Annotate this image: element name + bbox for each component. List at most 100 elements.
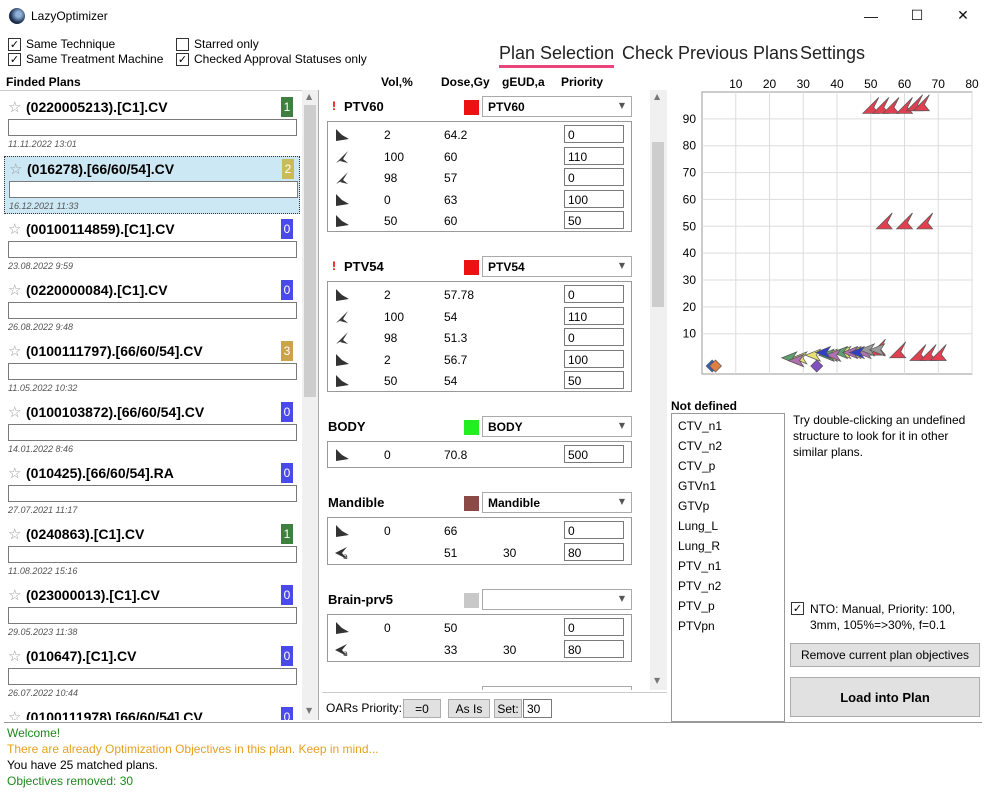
star-icon[interactable]: ☆ [8,708,21,720]
scroll-up-icon[interactable]: ▲ [306,92,312,101]
plan-item[interactable]: ☆ (0100111797).[66/60/54].CV 3 11.05.2022 1… [4,339,300,397]
remove-objectives-button[interactable]: Remove current plan objectives [790,643,980,667]
tab-plan-selection[interactable]: Plan Selection [499,43,615,68]
scroll-down-icon[interactable]: ▼ [306,706,312,715]
star-icon[interactable]: ☆ [8,464,21,482]
plan-item[interactable]: ☆ (010647).[C1].CV 0 26.07.2022 10:44 [4,644,300,702]
maximize-button[interactable]: ☐ [894,0,940,31]
not-defined-item[interactable]: CTV_n2 [672,436,784,456]
objective-priority-input[interactable]: 50 [564,211,624,230]
objective-count-badge: 0 [281,707,293,720]
oars-zero-button[interactable]: =0 [403,699,441,718]
plan-item[interactable]: ☆ (0220005213).[C1].CV 1 11.11.2022 13:01 [4,95,300,153]
structure-match-dropdown[interactable]: PTV54 ▼ [482,256,632,277]
objective-dose: 57.78 [444,288,475,302]
plan-item[interactable]: ☆ (0100103872).[66/60/54].CV 0 14.01.2022 8… [4,400,300,458]
filter-approval-statuses[interactable]: ✓ Checked Approval Statuses only [176,52,367,66]
tab-settings[interactable]: Settings [800,43,865,64]
load-into-plan-button[interactable]: Load into Plan [790,677,980,717]
structure-match-dropdown[interactable]: BODY ▼ [482,416,632,437]
oars-asis-button[interactable]: As Is [448,699,490,718]
plan-comment-input[interactable] [8,546,297,563]
checkbox[interactable] [176,37,189,51]
close-button[interactable]: ✕ [940,0,986,31]
star-icon[interactable]: ☆ [9,160,22,178]
filter-same-technique[interactable]: ✓ Same Technique [8,37,115,51]
nto-option[interactable]: ✓ NTO: Manual, Priority: 100, 3mm, 105%=… [791,601,981,633]
plan-comment-input[interactable] [8,424,297,441]
filter-same-machine[interactable]: ✓ Same Treatment Machine [8,52,163,66]
plans-list[interactable]: ☆ (0220005213).[C1].CV 1 11.11.2022 13:01 ☆ (… [0,90,318,720]
objectives-scrollbar[interactable]: ▲ ▼ [650,90,667,690]
not-defined-item[interactable]: GTVn1 [672,476,784,496]
plan-comment-input[interactable] [8,119,297,136]
plan-comment-input[interactable] [8,485,297,502]
star-icon[interactable]: ☆ [8,220,21,238]
plan-comment-input[interactable] [8,668,297,685]
not-defined-item[interactable]: PTV_p [672,596,784,616]
not-defined-list[interactable]: CTV_n1 CTV_n2 CTV_p GTVn1 GTVp Lung_L Lung_R PT… [671,413,785,722]
objective-priority-input[interactable]: 0 [564,328,624,347]
not-defined-item[interactable]: CTV_n1 [672,416,784,436]
scroll-thumb[interactable] [304,105,316,397]
plan-comment-input[interactable] [8,363,297,380]
not-defined-item[interactable]: CTV_p [672,456,784,476]
scroll-up-icon[interactable]: ▲ [654,92,660,101]
plan-item[interactable]: ☆ (0220000084).[C1].CV 0 26.08.2022 9:48 [4,278,300,336]
structure-match-dropdown[interactable]: PTV60 ▼ [482,96,632,117]
oars-set-input[interactable]: 30 [523,699,552,718]
structure-match-dropdown[interactable]: Brain▼ [482,686,632,690]
checkbox[interactable]: ✓ [176,52,189,66]
plan-item[interactable]: ☆ (00100114859).[C1].CV 0 23.08.2022 9:59 [4,217,300,275]
nto-checkbox[interactable]: ✓ [791,602,804,615]
plan-comment-input[interactable] [8,607,297,624]
minimize-button[interactable]: — [848,0,894,31]
objective-priority-input[interactable]: 0 [564,285,624,303]
not-defined-item[interactable]: GTVp [672,496,784,516]
plan-item[interactable]: ☆ (0240863).[C1].CV 1 11.08.2022 15:16 [4,522,300,580]
star-icon[interactable]: ☆ [8,647,21,665]
objective-priority-input[interactable]: 110 [564,146,624,165]
objective-priority-input[interactable]: 100 [564,349,624,368]
not-defined-item[interactable]: PTV_n1 [672,556,784,576]
star-icon[interactable]: ☆ [8,403,21,421]
objectives-panel: ! PTV60 PTV60 ▼ 2 64.2 0 100 60 110 98 57 0 0 63 100 50 6… [322,90,650,690]
plan-item[interactable]: ☆ (016278).[66/60/54].CV 2 16.12.2021 11:33 [4,156,300,214]
checkbox[interactable]: ✓ [8,52,21,66]
scroll-thumb[interactable] [652,142,664,307]
not-defined-item[interactable]: PTVpn [672,616,784,636]
objective-priority-input[interactable]: 0 [564,521,624,539]
objective-priority-input[interactable]: 500 [564,445,624,463]
objective-priority-input[interactable]: 0 [564,618,624,636]
objective-priority-input[interactable]: 0 [564,125,624,143]
objective-priority-input[interactable]: 110 [564,306,624,325]
plan-comment-input[interactable] [8,241,297,258]
plan-item[interactable]: ☆ (010425).[66/60/54].RA 0 27.07.2021 11:17 [4,461,300,519]
oars-set-button[interactable]: Set: [494,699,522,718]
star-icon[interactable]: ☆ [8,98,21,116]
star-icon[interactable]: ☆ [8,586,21,604]
plan-item[interactable]: ☆ (0100111978).[66/60/54].CV 0 [4,705,300,720]
not-defined-item[interactable]: Lung_L [672,516,784,536]
not-defined-item[interactable]: PTV_n2 [672,576,784,596]
checkbox[interactable]: ✓ [8,37,21,51]
scroll-down-icon[interactable]: ▼ [654,676,660,685]
objective-priority-input[interactable]: 50 [564,371,624,390]
objective-priority-input[interactable]: 0 [564,168,624,187]
plan-comment-input[interactable] [9,181,298,198]
filter-starred-only[interactable]: Starred only [176,37,259,51]
star-icon[interactable]: ☆ [8,342,21,360]
star-icon[interactable]: ☆ [8,281,21,299]
tab-check-previous-plans[interactable]: Check Previous Plans [622,43,798,64]
structure-match-dropdown[interactable]: Mandible ▼ [482,492,632,513]
objective-priority-input[interactable]: 80 [564,639,624,658]
oars-label: OARs Priority: [326,701,403,715]
objective-priority-input[interactable]: 80 [564,542,624,561]
plan-item[interactable]: ☆ (023000013).[C1].CV 0 29.05.2023 11:38 [4,583,300,641]
plans-scrollbar[interactable]: ▲ ▼ [302,90,318,720]
star-icon[interactable]: ☆ [8,525,21,543]
not-defined-item[interactable]: Lung_R [672,536,784,556]
objective-priority-input[interactable]: 100 [564,189,624,208]
plan-comment-input[interactable] [8,302,297,319]
structure-match-dropdown[interactable]: ▼ [482,589,632,610]
